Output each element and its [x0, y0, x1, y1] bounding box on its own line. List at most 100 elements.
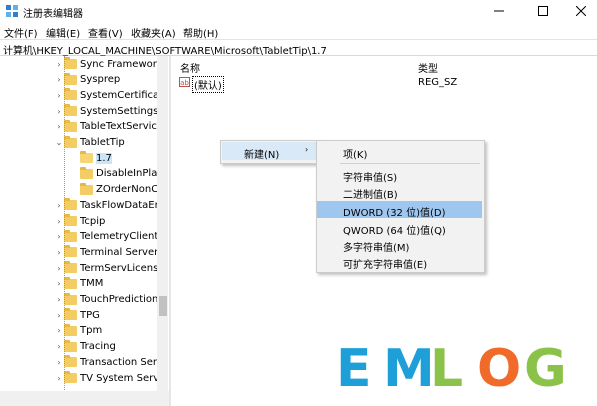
- menu-item-qword-value[interactable]: QWORD (64 位)值(Q): [317, 219, 482, 237]
- tree-item-label: SystemSettings: [80, 105, 159, 117]
- folder-icon: [64, 371, 77, 383]
- menu-favorites[interactable]: 收藏夹(A): [131, 25, 176, 40]
- tree-item[interactable]: 1.7: [70, 150, 112, 166]
- menu-item-expandable-string-value[interactable]: 可扩充字符串值(E): [317, 253, 482, 271]
- tree-item-label: TouchPrediction: [80, 294, 159, 305]
- expand-chevron-icon[interactable]: ›: [54, 370, 64, 386]
- tree-item[interactable]: › TelemetryClient: [54, 229, 158, 245]
- expand-chevron-icon[interactable]: ›: [54, 276, 64, 292]
- menu-item-binary-value-label: 二进制值(B): [343, 190, 398, 201]
- tree-item-label: SystemCertificat: [80, 89, 164, 101]
- tree-item-label: Transaction Ser: [80, 356, 157, 368]
- column-header-type[interactable]: 类型: [418, 60, 438, 75]
- tree-item[interactable]: › Sync Framework: [54, 56, 163, 72]
- tree-item[interactable]: › SystemCertificat: [54, 87, 163, 103]
- expand-chevron-icon[interactable]: ›: [54, 307, 64, 323]
- menu-item-string-value[interactable]: 字符串值(S): [317, 166, 482, 184]
- expand-chevron-icon[interactable]: ›: [54, 87, 64, 103]
- folder-icon: [64, 355, 77, 368]
- registry-editor-icon: [6, 5, 18, 17]
- folder-icon: [80, 182, 93, 195]
- expand-chevron-icon[interactable]: ›: [54, 323, 64, 339]
- tree-item[interactable]: › Tpm: [54, 323, 102, 339]
- expand-chevron-icon[interactable]: ›: [54, 260, 64, 276]
- submenu-arrow-icon: ›: [305, 145, 309, 154]
- emlog-watermark-logo: E ML O G: [336, 339, 567, 394]
- menu-view[interactable]: 查看(V): [88, 25, 123, 40]
- tree-item[interactable]: › TaskFlowDataEr: [54, 197, 159, 213]
- tree-item-label: ZOrderNonC: [96, 184, 159, 196]
- tree-item-label: TV System Servi: [80, 372, 162, 384]
- expand-chevron-icon[interactable]: ›: [54, 197, 64, 213]
- tree-item-label: TaskFlowDataEr: [80, 199, 159, 211]
- menu-edit[interactable]: 编辑(E): [46, 25, 80, 40]
- tree-item-label: TPG: [80, 309, 100, 321]
- tree-vertical-scrollbar[interactable]: [157, 56, 168, 391]
- expand-chevron-icon[interactable]: ›: [54, 244, 64, 260]
- tree-horizontal-scrollbar[interactable]: [0, 391, 170, 406]
- address-path[interactable]: 计算机\HKEY_LOCAL_MACHINE\SOFTWARE\Microsof…: [3, 42, 327, 57]
- tree-item[interactable]: › TermServLicens: [54, 260, 158, 276]
- menu-item-key-label: 项(K): [343, 150, 368, 161]
- expand-chevron-icon[interactable]: ›: [54, 213, 64, 229]
- tree-item[interactable]: › Tcpip: [54, 213, 105, 229]
- expand-chevron-icon[interactable]: ›: [54, 229, 64, 245]
- folder-icon: [64, 72, 77, 85]
- expand-chevron-icon[interactable]: ›: [54, 292, 64, 308]
- pane-splitter[interactable]: [169, 56, 171, 406]
- tree-item[interactable]: › SystemSettings: [54, 103, 158, 119]
- column-header-name[interactable]: 名称: [180, 60, 200, 75]
- folder-icon: [64, 214, 77, 226]
- tree-item-label: DisableInPla: [96, 168, 158, 180]
- expand-chevron-icon[interactable]: ›: [54, 119, 64, 135]
- folder-icon: [64, 229, 77, 242]
- folder-icon: [64, 276, 77, 289]
- close-button[interactable]: [565, 0, 597, 22]
- expand-chevron-icon[interactable]: ›: [54, 72, 64, 88]
- tree-item[interactable]: › Transaction Ser: [54, 354, 157, 370]
- tree-item[interactable]: › TPG: [54, 307, 100, 323]
- tree-item[interactable]: › TouchPrediction: [54, 292, 158, 308]
- watermark-letter: M: [383, 339, 435, 394]
- menu-item-multi-string-value[interactable]: 多字符串值(M): [317, 236, 482, 254]
- minimize-button[interactable]: [483, 0, 515, 22]
- expand-chevron-icon[interactable]: ›: [54, 56, 64, 72]
- watermark-letter: E: [336, 339, 372, 394]
- menu-item-new-label: 新建(N): [244, 150, 280, 161]
- tree-item[interactable]: › TV System Servi: [54, 370, 162, 386]
- tree-pane: › Sync Framework › Sysprep › SystemCertificat…: [0, 56, 170, 406]
- menu-item-binary-value[interactable]: 二进制值(B): [317, 183, 482, 201]
- tree-item[interactable]: › TMM: [54, 276, 103, 292]
- tree-item-label: Terminal Server: [80, 246, 159, 258]
- menu-item-key[interactable]: 项(K): [317, 143, 482, 161]
- tree-scroll-thumb[interactable]: [159, 296, 167, 316]
- value-name-default[interactable]: (默认): [192, 76, 224, 93]
- menu-file[interactable]: 文件(F): [4, 25, 38, 40]
- folder-icon: [64, 104, 77, 117]
- folder-icon: [64, 57, 77, 69]
- folder-icon: [64, 245, 77, 258]
- folder-icon: [64, 198, 77, 211]
- expand-chevron-icon[interactable]: ›: [54, 339, 64, 355]
- folder-icon: [80, 166, 93, 179]
- tree-item-label: TableTextServic: [80, 121, 157, 133]
- tree-item[interactable]: DisableInPla: [70, 166, 157, 182]
- folder-icon: [64, 339, 77, 352]
- string-value-icon: ab: [179, 77, 190, 87]
- folder-icon: [64, 292, 77, 305]
- expand-chevron-icon[interactable]: ›: [54, 103, 64, 119]
- expand-chevron-icon[interactable]: ›: [54, 354, 64, 370]
- menu-item-dword-value[interactable]: DWORD (32 位)值(D): [317, 201, 482, 219]
- menu-help[interactable]: 帮助(H): [183, 25, 218, 40]
- tree-item[interactable]: › TableTextServic: [54, 119, 157, 135]
- tree-guide-line: [64, 56, 65, 406]
- tree-item[interactable]: ZOrderNonC: [70, 182, 158, 198]
- collapse-chevron-icon[interactable]: ⌄: [54, 135, 64, 151]
- folder-icon: [64, 323, 77, 336]
- maximize-button[interactable]: [527, 0, 559, 22]
- tree-item[interactable]: › Terminal Server: [54, 244, 158, 260]
- minimize-icon: [494, 10, 504, 12]
- close-icon: [576, 6, 586, 16]
- menu-separator: [340, 163, 480, 164]
